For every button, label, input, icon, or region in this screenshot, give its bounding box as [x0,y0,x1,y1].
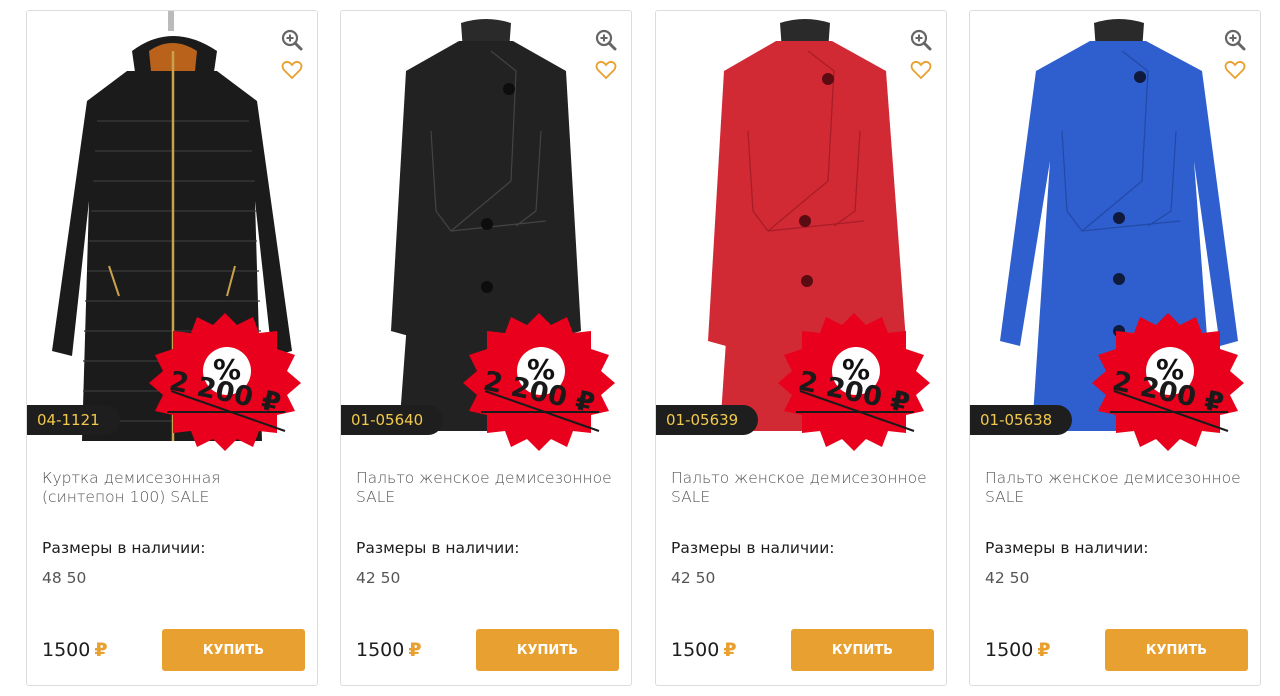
product-title[interactable]: Куртка демисезонная (синтепон 100) SALE [42,469,304,507]
buy-button[interactable]: КУПИТЬ [1105,629,1248,671]
zoom-icon[interactable] [595,29,617,51]
product-card[interactable]: % 2 200 ₽ 01-05640 Пальто женское демисе… [340,10,632,686]
sizes-value: 42 50 [985,569,1030,587]
product-photo[interactable]: % 2 200 ₽ 01-05639 [656,11,946,451]
ruble-icon: ₽ [94,639,108,661]
sku-badge: 01-05640 [341,405,444,435]
price-value: 1500 [356,639,405,661]
ruble-icon: ₽ [1037,639,1051,661]
heart-icon[interactable] [281,60,303,80]
price: 1500 ₽ [356,639,422,661]
sale-badge: % 2 200 ₽ [1088,311,1248,451]
zoom-icon[interactable] [1224,29,1246,51]
price: 1500 ₽ [42,639,108,661]
price-value: 1500 [985,639,1034,661]
buy-button[interactable]: КУПИТЬ [791,629,934,671]
buy-button[interactable]: КУПИТЬ [476,629,619,671]
heart-icon[interactable] [910,60,932,80]
zoom-icon[interactable] [281,29,303,51]
heart-icon[interactable] [1224,60,1246,80]
sku-badge: 01-05638 [970,405,1073,435]
ruble-icon: ₽ [408,639,422,661]
sizes-value: 48 50 [42,569,87,587]
sizes-value: 42 50 [356,569,401,587]
sizes-label: Размеры в наличии: [985,539,1149,557]
price-value: 1500 [671,639,720,661]
heart-icon[interactable] [595,60,617,80]
sku-badge: 04-1121 [27,405,120,435]
sale-badge: % 2 200 ₽ [145,311,305,451]
product-card[interactable]: % 2 200 ₽ 04-1121 Куртка демисезонная (с… [26,10,318,686]
product-photo[interactable]: % 2 200 ₽ 01-05638 [970,11,1260,451]
sizes-label: Размеры в наличии: [671,539,835,557]
ruble-icon: ₽ [723,639,737,661]
product-title[interactable]: Пальто женское демисезонное SALE [671,469,933,507]
sale-badge: % 2 200 ₽ [774,311,934,451]
sku-badge: 01-05639 [656,405,759,435]
product-title[interactable]: Пальто женское демисезонное SALE [985,469,1247,507]
price: 1500 ₽ [985,639,1051,661]
price-value: 1500 [42,639,91,661]
sale-badge: % 2 200 ₽ [459,311,619,451]
product-photo[interactable]: % 2 200 ₽ 01-05640 [341,11,631,451]
product-card[interactable]: % 2 200 ₽ 01-05639 Пальто женское демисе… [655,10,947,686]
zoom-icon[interactable] [910,29,932,51]
product-grid: % 2 200 ₽ 04-1121 Куртка демисезонная (с… [0,0,1280,696]
product-title[interactable]: Пальто женское демисезонное SALE [356,469,618,507]
buy-button[interactable]: КУПИТЬ [162,629,305,671]
product-photo[interactable]: % 2 200 ₽ 04-1121 [27,11,317,451]
sizes-label: Размеры в наличии: [356,539,520,557]
product-card[interactable]: % 2 200 ₽ 01-05638 Пальто женское демисе… [969,10,1261,686]
sizes-value: 42 50 [671,569,716,587]
sizes-label: Размеры в наличии: [42,539,206,557]
price: 1500 ₽ [671,639,737,661]
